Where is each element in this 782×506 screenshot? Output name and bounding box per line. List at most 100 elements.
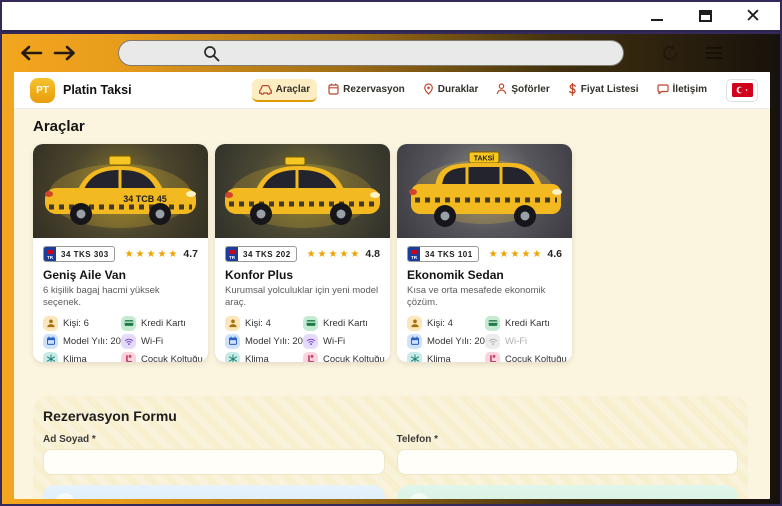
feature-capacity: Kişi: 6 xyxy=(43,315,121,331)
field-label-ad-soyad: Ad Soyad * xyxy=(43,434,385,445)
wifi-icon xyxy=(485,334,500,349)
vehicle-cards: 34 TCB 45 TR 34 TKS 303 xyxy=(33,144,751,362)
feature-label: Kişi: 4 xyxy=(427,318,453,329)
calendar-icon xyxy=(225,334,240,349)
feature-credit-card: Kredi Kartı xyxy=(485,315,567,331)
telefon-input[interactable] xyxy=(397,449,739,475)
vehicle-name: Geniş Aile Van xyxy=(43,268,198,282)
car-decal-text: 34 TCB 45 xyxy=(123,194,167,204)
map-pin-icon xyxy=(423,83,434,95)
vehicle-name: Konfor Plus xyxy=(225,268,380,282)
feature-model-year: Model Yılı: 2023 xyxy=(43,333,121,349)
credit-card-icon xyxy=(485,316,500,331)
field-ad-soyad: Ad Soyad * xyxy=(43,434,385,475)
license-plate: TR 34 TKS 101 xyxy=(407,246,479,262)
nav-item-soforler[interactable]: Şoförler xyxy=(489,78,556,102)
feature-capacity: Kişi: 4 xyxy=(225,315,303,331)
vehicle-card-body: TR 34 TKS 303 ★★★★★ 4.7 Geniş Aile Van 6… xyxy=(33,238,208,362)
plate-tr-band: TR xyxy=(408,247,420,261)
feature-wifi: Wi-Fi xyxy=(121,333,203,349)
forward-arrow-icon xyxy=(53,45,77,61)
people-icon xyxy=(43,316,58,331)
close-icon: ✕ xyxy=(745,7,761,26)
nav-item-duraklar[interactable]: Duraklar xyxy=(416,78,486,102)
ad-soyad-input[interactable] xyxy=(43,449,385,475)
snowflake-icon xyxy=(225,352,240,363)
vehicle-card-konfor-plus: TR 34 TKS 202 ★★★★★ 4.8 Konfor Plus Kuru… xyxy=(215,144,390,362)
chat-icon xyxy=(657,84,669,95)
credit-card-icon xyxy=(121,316,136,331)
feature-label: Çocuk Koltuğu xyxy=(141,354,203,363)
feature-child-seat: Çocuk Koltuğu xyxy=(121,351,203,362)
feature-child-seat: Çocuk Koltuğu xyxy=(303,351,385,362)
feature-model-year: Model Yılı: 2024 xyxy=(225,333,303,349)
plate-number: 34 TKS 101 xyxy=(420,247,478,261)
page-content: Araçlar 34 TCB 45 xyxy=(14,109,770,499)
nav-item-iletisim[interactable]: İletişim xyxy=(650,79,714,102)
feature-credit-card: Kredi Kartı xyxy=(121,315,203,331)
nav-label: Şoförler xyxy=(511,84,549,95)
maximize-icon xyxy=(699,10,712,22)
child-seat-icon xyxy=(121,352,136,363)
forward-button[interactable] xyxy=(48,45,82,61)
nav-item-rezervasyon[interactable]: Rezervasyon xyxy=(321,78,412,102)
minimize-button[interactable] xyxy=(648,8,666,24)
snowflake-icon xyxy=(43,352,58,363)
license-plate: TR 34 TKS 202 xyxy=(225,246,297,262)
taxi-van-illustration: TAKSİ xyxy=(397,144,572,238)
vehicle-photo xyxy=(215,144,390,238)
nav-label: Araçlar xyxy=(276,84,310,95)
feature-wifi-disabled: Wi-Fi xyxy=(485,333,567,349)
back-button[interactable] xyxy=(14,45,48,61)
vehicle-photo: 34 TCB 45 xyxy=(33,144,208,238)
star-rating-icons: ★★★★★ xyxy=(125,249,180,260)
option-circle-icon xyxy=(55,493,75,499)
reload-icon[interactable] xyxy=(660,43,680,63)
reservation-form: Rezervasyon Formu Ad Soyad * Telefon * xyxy=(33,396,748,499)
feature-ac: Klima xyxy=(407,351,485,362)
license-plate: TR 34 TKS 303 xyxy=(43,246,115,262)
feature-label: Wi-Fi xyxy=(141,336,163,347)
feature-list: Kişi: 4 Kredi Kartı Model Yılı: 2024 xyxy=(225,315,380,362)
option-panel-green[interactable] xyxy=(397,485,739,499)
nav-label: İletişim xyxy=(673,84,707,95)
form-option-row xyxy=(43,485,738,499)
bookmark-star-icon[interactable] xyxy=(748,42,770,64)
star-rating-icons: ★★★★★ xyxy=(307,249,362,260)
nav-item-fiyat-listesi[interactable]: Fiyat Listesi xyxy=(561,78,646,103)
close-button[interactable]: ✕ xyxy=(744,8,762,24)
child-seat-icon xyxy=(485,352,500,363)
star-rating-icons: ★★★★★ xyxy=(489,249,544,260)
vehicle-photo: TAKSİ xyxy=(397,144,572,238)
snowflake-icon xyxy=(407,352,422,363)
address-input[interactable] xyxy=(226,41,623,65)
window-titlebar: ✕ xyxy=(2,2,780,32)
address-bar[interactable] xyxy=(118,40,624,66)
vehicle-name: Ekonomik Sedan xyxy=(407,268,562,282)
people-icon xyxy=(225,316,240,331)
dollar-icon xyxy=(568,83,577,96)
nav-item-araclar[interactable]: Araçlar xyxy=(252,79,317,102)
language-flag-button[interactable] xyxy=(726,79,758,102)
feature-label: Kişi: 6 xyxy=(63,318,89,329)
vehicle-description: Kurumsal yolculuklar için yeni model ara… xyxy=(225,285,380,309)
feature-label: Kredi Kartı xyxy=(323,318,368,329)
page-title: Araçlar xyxy=(33,118,751,135)
nav-label: Rezervasyon xyxy=(343,84,405,95)
credit-card-icon xyxy=(303,316,318,331)
back-arrow-icon xyxy=(19,45,43,61)
feature-label: Kredi Kartı xyxy=(141,318,186,329)
option-panel-blue[interactable] xyxy=(43,485,385,499)
plate-tr-band: TR xyxy=(44,247,56,261)
feature-child-seat: Çocuk Koltuğu xyxy=(485,351,567,362)
search-icon xyxy=(203,45,220,62)
browser-toolbar xyxy=(2,34,780,72)
maximize-button[interactable] xyxy=(696,8,714,24)
people-icon xyxy=(407,316,422,331)
menu-icon[interactable] xyxy=(706,44,722,62)
field-telefon: Telefon * xyxy=(397,434,739,475)
vehicle-card-genis-aile-van: 34 TCB 45 TR 34 TKS 303 xyxy=(33,144,208,362)
main-nav: Araçlar Rezervasyon Du xyxy=(252,78,758,103)
rating-value: 4.8 xyxy=(365,248,380,260)
wifi-icon xyxy=(303,334,318,349)
